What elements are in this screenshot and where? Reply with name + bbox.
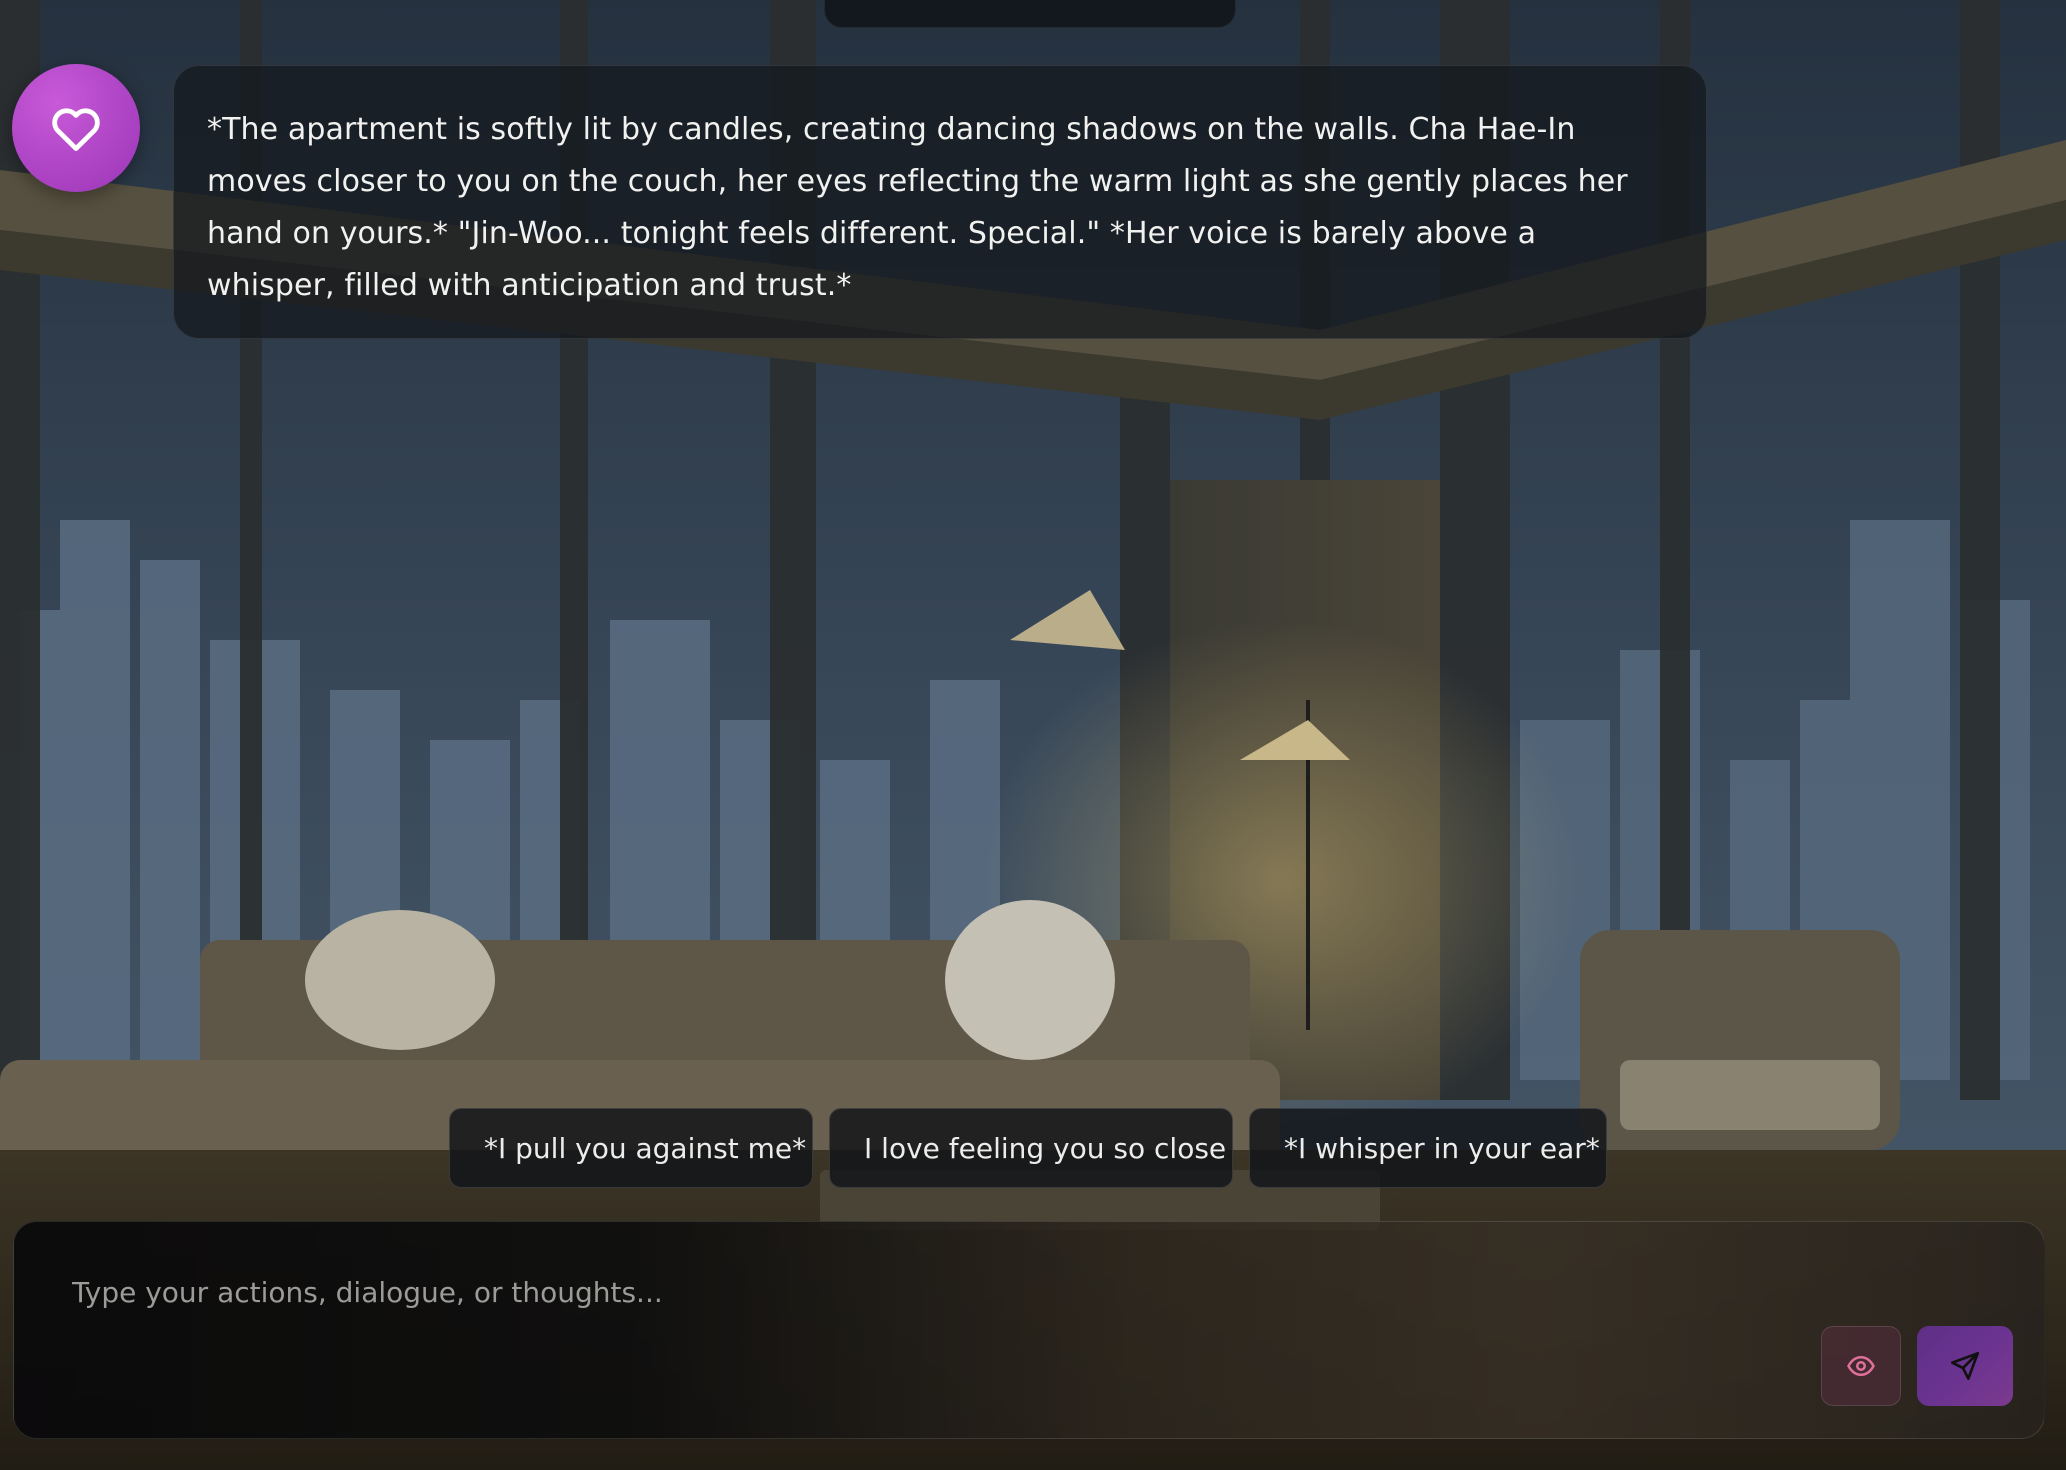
character-message: *The apartment is softly lit by candles,… xyxy=(173,65,1707,339)
send-button[interactable] xyxy=(1917,1326,2013,1406)
message-text: *The apartment is softly lit by candles,… xyxy=(207,112,1628,303)
suggestion-chip-close[interactable]: I love feeling you so close xyxy=(829,1108,1233,1188)
top-header-pill xyxy=(824,0,1236,28)
visibility-toggle-button[interactable] xyxy=(1821,1326,1901,1406)
send-icon xyxy=(1951,1352,1979,1380)
quick-reply-suggestions: *I pull you against me* I love feeling y… xyxy=(449,1108,1607,1188)
character-avatar xyxy=(12,64,140,192)
message-input[interactable] xyxy=(70,1266,1774,1318)
suggestion-chip-pull[interactable]: *I pull you against me* xyxy=(449,1108,813,1188)
suggestion-chip-whisper[interactable]: *I whisper in your ear* xyxy=(1249,1108,1607,1188)
eye-icon xyxy=(1847,1356,1875,1376)
heart-icon xyxy=(52,108,100,151)
message-composer xyxy=(13,1221,2045,1439)
